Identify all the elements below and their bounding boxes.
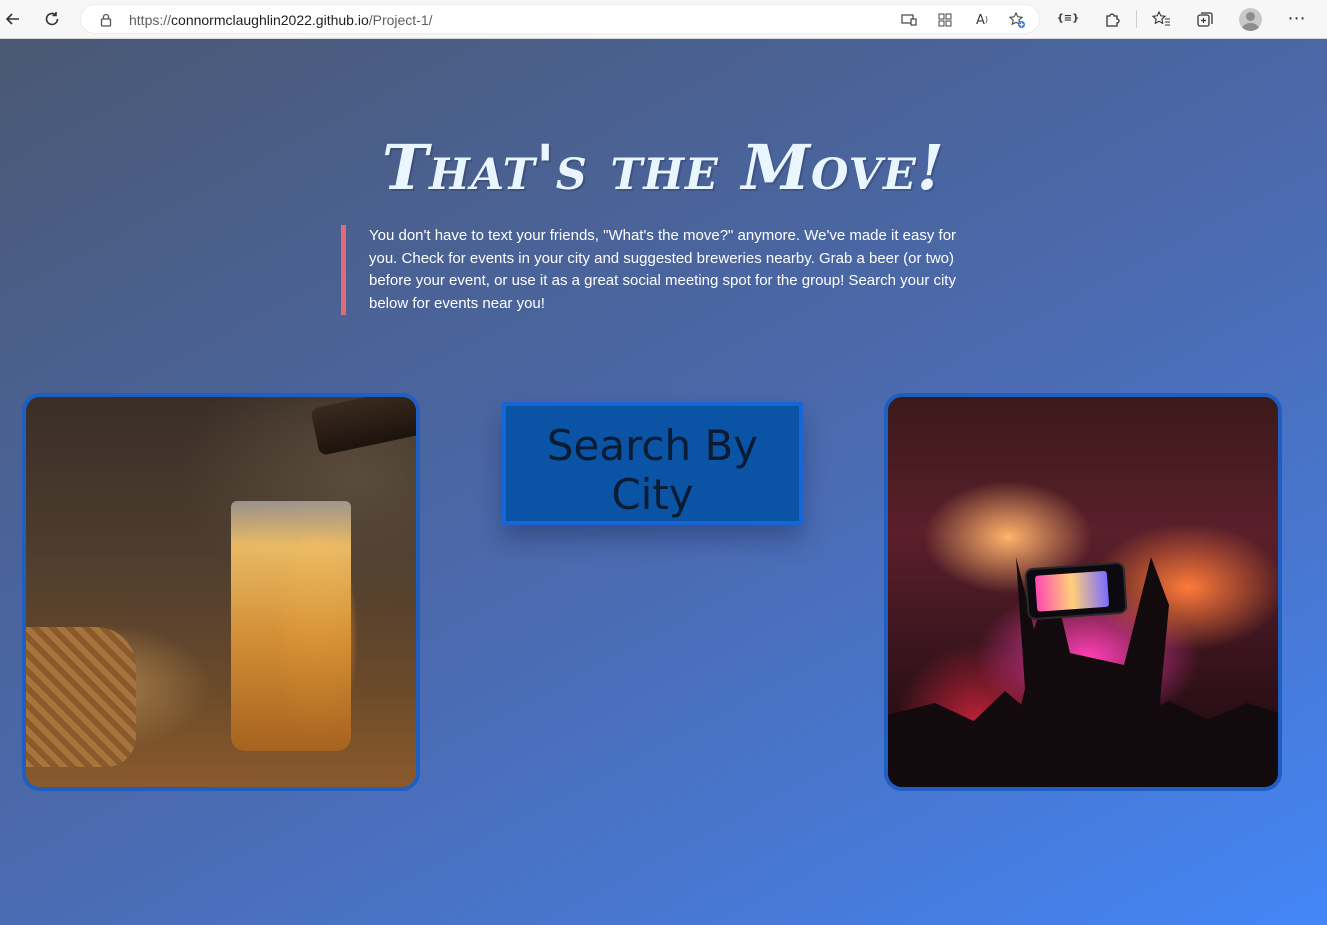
basket-shape — [26, 627, 136, 767]
collections-icon[interactable] — [1192, 6, 1218, 32]
url-text[interactable]: https://connormclaughlin2022.github.io/P… — [129, 12, 433, 28]
back-arrow-icon[interactable] — [0, 6, 26, 32]
lock-icon[interactable] — [93, 7, 119, 33]
bottle-shape — [310, 397, 416, 456]
read-aloud-icon[interactable]: A) — [969, 7, 995, 33]
favorites-icon[interactable] — [1148, 6, 1174, 32]
app-available-icon[interactable] — [896, 7, 922, 33]
toolbar-separator — [1136, 10, 1137, 28]
search-by-city-button[interactable]: Search By City — [502, 402, 803, 525]
glass-shape — [231, 501, 351, 751]
url-path: /Project-1/ — [368, 12, 433, 28]
profile-icon[interactable] — [1239, 8, 1262, 31]
page-title: That's the Move! — [381, 131, 946, 204]
address-bar[interactable]: https://connormclaughlin2022.github.io/P… — [80, 4, 1040, 34]
phone-shape — [1024, 561, 1128, 621]
star-plus-icon[interactable] — [1004, 7, 1030, 33]
url-host: connormclaughlin2022.github.io — [171, 12, 369, 28]
browser-toolbar: https://connormclaughlin2022.github.io/P… — [0, 0, 1327, 39]
grid-icon[interactable] — [932, 7, 958, 33]
refresh-icon[interactable] — [39, 6, 65, 32]
intro-text: You don't have to text your friends, "Wh… — [369, 227, 957, 312]
beer-pour-photo — [22, 393, 420, 791]
page-body: That's the Move! You don't have to text … — [0, 39, 1327, 925]
more-icon[interactable]: ⋯ — [1284, 6, 1310, 32]
url-prefix: https:// — [129, 12, 172, 28]
concert-crowd-photo — [884, 393, 1282, 791]
json-extension-icon[interactable]: {≡} — [1055, 6, 1081, 32]
intro-blockquote: You don't have to text your friends, "Wh… — [341, 225, 969, 315]
puzzle-icon[interactable] — [1099, 6, 1125, 32]
